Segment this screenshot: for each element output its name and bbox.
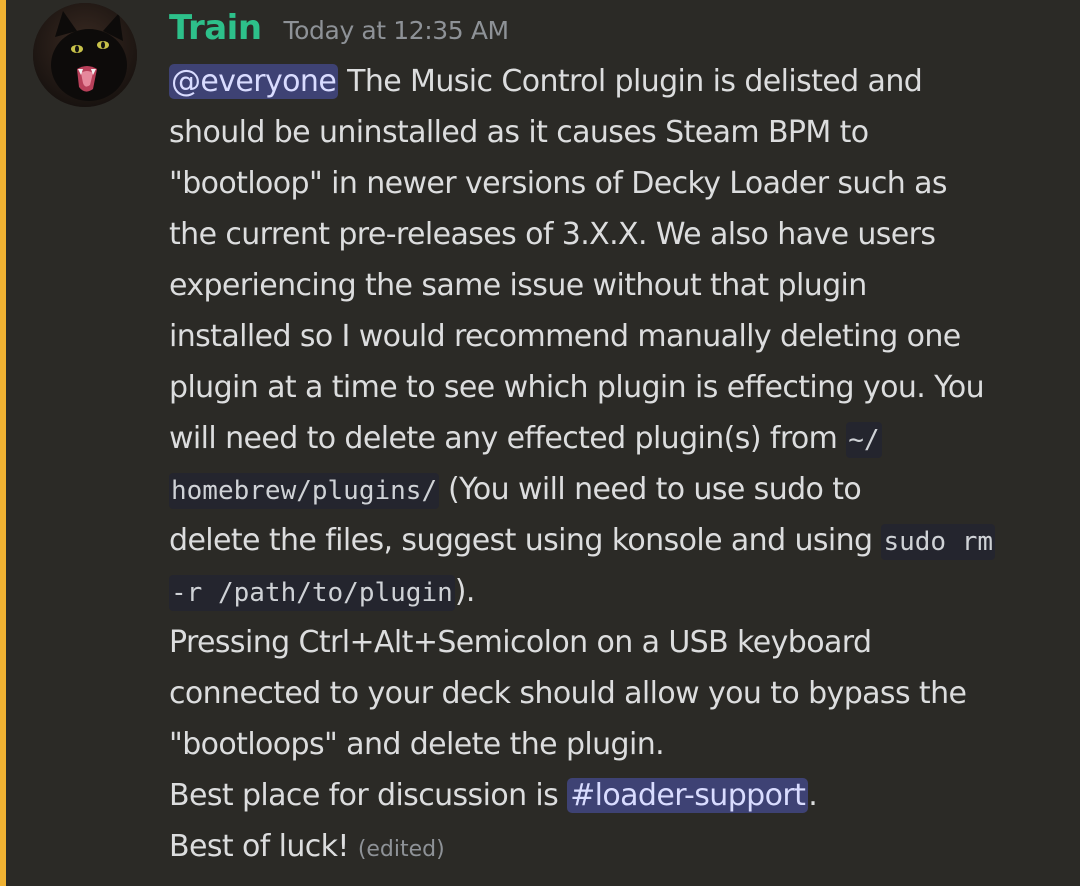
- message-line: -r /path/to/plugin).: [169, 566, 1069, 617]
- message-line: installed so I would recommend manually …: [169, 319, 961, 354]
- inline-code: sudo rm: [881, 524, 996, 560]
- mention-highlight-bar: [0, 0, 6, 886]
- message-line: Pressing Ctrl+Alt+Semicolon on a USB key…: [169, 625, 872, 660]
- user-avatar[interactable]: [33, 3, 137, 107]
- inline-code: homebrew/plugins/: [169, 473, 440, 509]
- message-text: ).: [454, 574, 476, 609]
- message-header: Train Today at 12:35 AM: [169, 8, 509, 56]
- message-line: should be uninstalled as it causes Steam…: [169, 115, 869, 150]
- channel-link-loader-support[interactable]: #loader-support: [567, 778, 809, 813]
- inline-code: -r /path/to/plugin: [169, 575, 455, 611]
- message-line: "bootloops" and delete the plugin.: [169, 727, 665, 762]
- message-line: the current pre-releases of 3.X.X. We al…: [169, 217, 936, 252]
- inline-code: ~/: [846, 422, 882, 458]
- everyone-mention[interactable]: @everyone: [169, 64, 339, 99]
- message-line: homebrew/plugins/ (You will need to use …: [169, 464, 1069, 515]
- message-text: The Music Control plugin is delisted and: [338, 64, 923, 99]
- author-name[interactable]: Train: [169, 8, 262, 48]
- message-text: will need to delete any effected plugin(…: [169, 421, 847, 456]
- message-content: @everyone The Music Control plugin is de…: [169, 56, 1069, 872]
- message-line: Best of luck! (edited): [169, 821, 1069, 872]
- message-text: Best of luck!: [169, 829, 358, 864]
- message-line: connected to your deck should allow you …: [169, 676, 967, 711]
- black-cat-avatar-icon: [33, 3, 137, 107]
- message-line: plugin at a time to see which plugin is …: [169, 370, 985, 405]
- message-line: "bootloop" in newer versions of Decky Lo…: [169, 166, 948, 201]
- message-text: delete the files, suggest using konsole …: [169, 523, 882, 558]
- message-line: will need to delete any effected plugin(…: [169, 413, 1069, 464]
- message-line: @everyone The Music Control plugin is de…: [169, 56, 1069, 107]
- edited-label: (edited): [357, 837, 445, 862]
- message-line: Best place for discussion is #loader-sup…: [169, 770, 1069, 821]
- message-text: .: [808, 778, 818, 813]
- message-timestamp[interactable]: Today at 12:35 AM: [284, 16, 510, 45]
- message-text: (You will need to use sudo to: [439, 472, 862, 507]
- message-line: delete the files, suggest using konsole …: [169, 515, 1069, 566]
- message-line: experiencing the same issue without that…: [169, 268, 867, 303]
- message-text: Best place for discussion is: [169, 778, 568, 813]
